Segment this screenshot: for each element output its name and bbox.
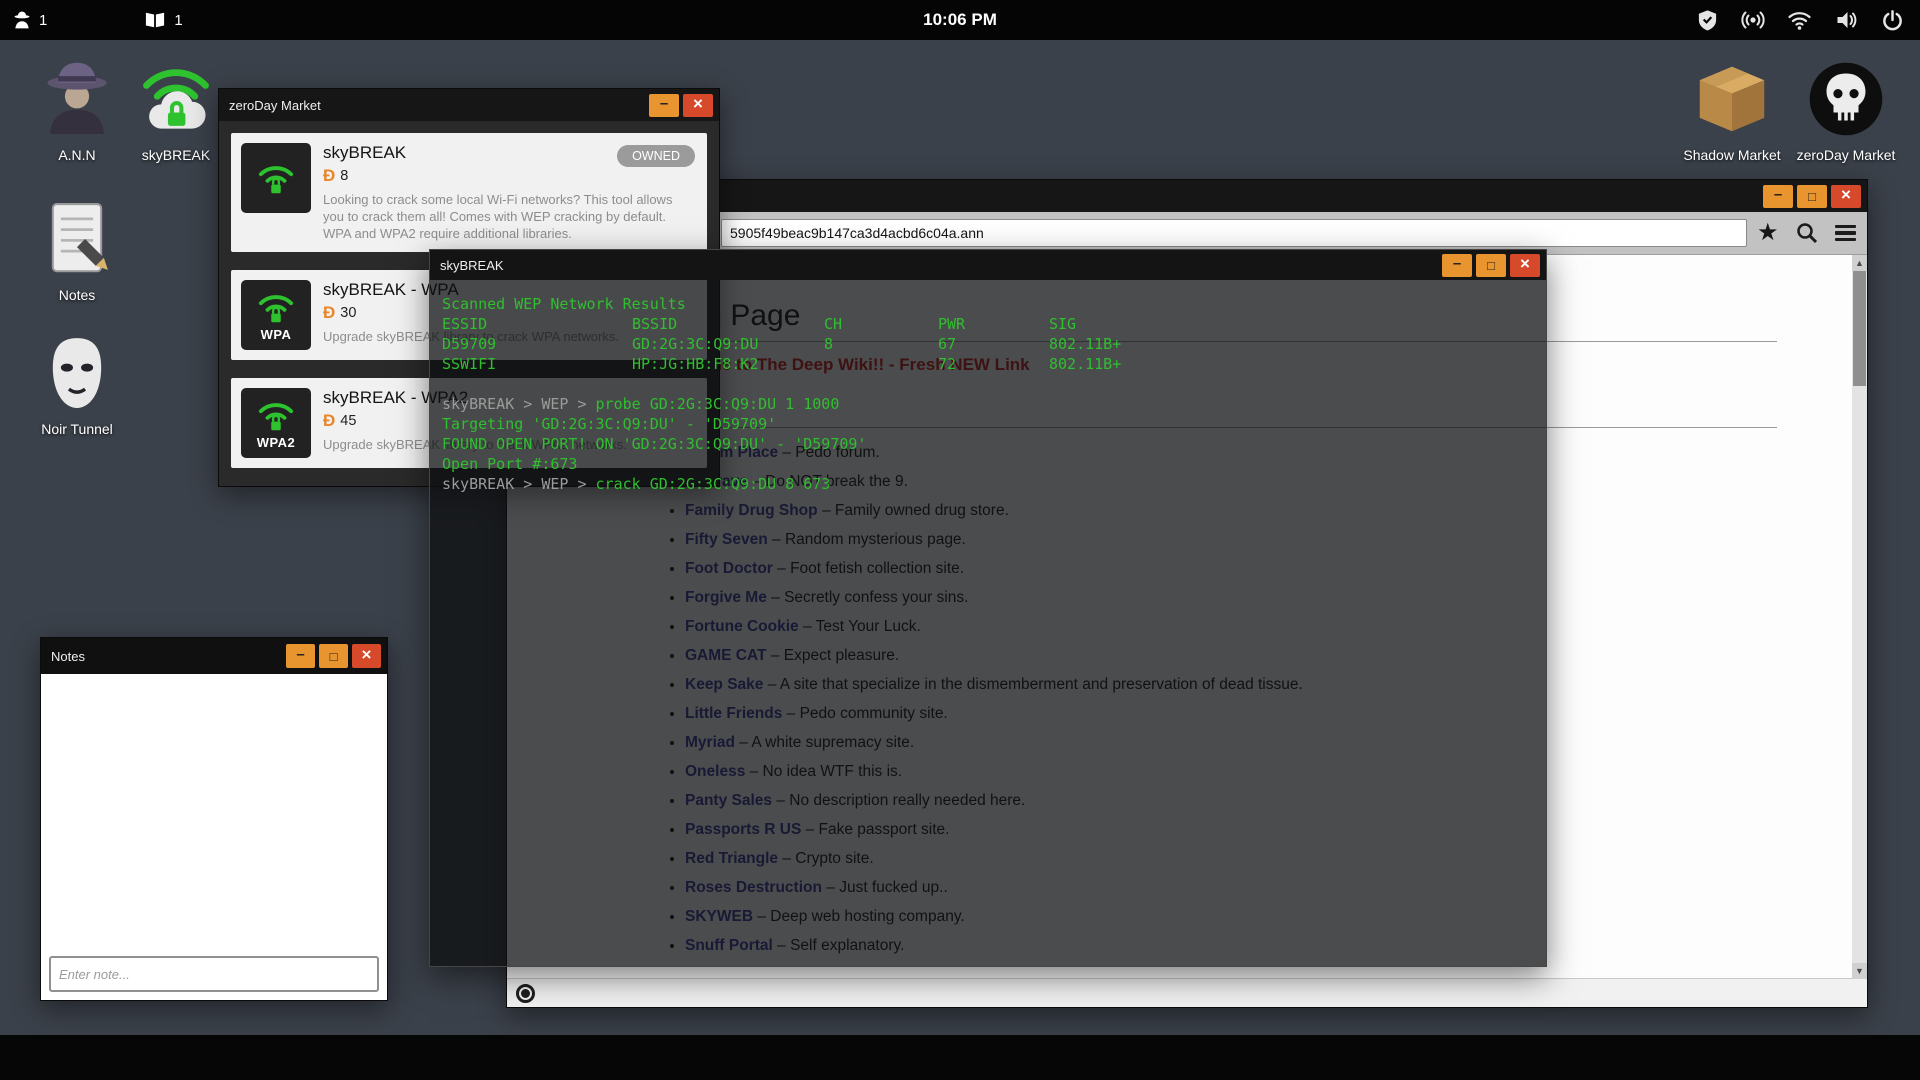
- minimize-button[interactable]: [1442, 253, 1472, 277]
- volume-icon[interactable]: [1834, 8, 1859, 32]
- browser-statusbar: [507, 978, 1867, 1007]
- skybreak-terminal-window: skyBREAK Scanned WEP Network Results ESS…: [429, 249, 1547, 967]
- power-icon[interactable]: [1881, 8, 1904, 32]
- close-button[interactable]: [1831, 184, 1861, 208]
- desktop-icon-zeroday-market[interactable]: zeroDay Market: [1771, 56, 1920, 163]
- close-button[interactable]: [1510, 253, 1540, 277]
- currency-icon: [323, 167, 335, 184]
- status-indicator-icon[interactable]: [516, 983, 535, 1003]
- skull-icon: [1809, 62, 1883, 136]
- menu-icon[interactable]: [1834, 224, 1856, 242]
- close-button[interactable]: [352, 644, 381, 668]
- notes-title: Notes: [51, 648, 85, 664]
- terminal-line: FOUND OPEN PORT! ON 'GD:2G:3C:Q9:DU' - '…: [442, 434, 1536, 454]
- desktop: 1 1 10:06 PM A.N.N skyBREAK Notes Noir T…: [0, 0, 1920, 1080]
- wifi-tile-icon: [241, 143, 311, 213]
- price-value: 30: [340, 304, 357, 321]
- note-input[interactable]: [49, 956, 379, 992]
- owned-badge: OWNED: [617, 145, 695, 167]
- terminal-line: Targeting 'GD:2G:3C:Q9:DU' - 'D59709': [442, 414, 1536, 434]
- market-item-price: 8: [323, 167, 697, 184]
- url-input[interactable]: [721, 219, 1747, 247]
- desktop-icon-noir-tunnel[interactable]: Noir Tunnel: [2, 330, 152, 437]
- minimize-button[interactable]: [1763, 184, 1793, 208]
- terminal-line: skyBREAK > WEP > crack GD:2G:3C:Q9:DU 8 …: [442, 474, 1536, 494]
- terminal-line: Open Port #:673: [442, 454, 1536, 474]
- currency-icon: [323, 304, 335, 321]
- terminal-text: Targeting 'GD:2G:3C:Q9:DU' - 'D59709': [442, 415, 777, 433]
- terminal-prompt: skyBREAK > WEP >: [442, 475, 596, 493]
- price-value: 8: [340, 167, 349, 184]
- hacker-alert-count: 1: [39, 11, 48, 29]
- taskbar[interactable]: [0, 1035, 1920, 1080]
- maximize-button[interactable]: [319, 644, 348, 668]
- minimize-button[interactable]: [649, 93, 679, 117]
- search-icon[interactable]: [1795, 221, 1819, 245]
- currency-icon: [323, 412, 335, 429]
- scroll-up-button[interactable]: ▲: [1852, 255, 1867, 271]
- book-badge[interactable]: 1: [143, 10, 183, 30]
- terminal-prompt: skyBREAK > WEP >: [442, 395, 596, 413]
- minimize-button[interactable]: [286, 644, 315, 668]
- terminal-command-lines: skyBREAK > WEP > probe GD:2G:3C:Q9:DU 1 …: [442, 394, 1536, 494]
- network-row: D59709 GD:2G:3C:Q9:DU 8 67 802.11B+: [442, 335, 1122, 353]
- market-item[interactable]: skyBREAK 8 Looking to crack some local W…: [231, 133, 707, 253]
- desktop-icon-label: Notes: [58, 287, 96, 303]
- terminal-text: FOUND OPEN PORT! ON 'GD:2G:3C:Q9:DU' - '…: [442, 435, 867, 453]
- terminal-text: crack GD:2G:3C:Q9:DU 8 673: [595, 475, 831, 493]
- terminal-title: skyBREAK: [440, 257, 504, 273]
- notepad-icon: [51, 203, 108, 273]
- wifi-tile-icon: WPA: [241, 280, 311, 351]
- zeroday-titlebar[interactable]: zeroDay Market: [219, 89, 719, 121]
- scroll-down-button[interactable]: ▼: [1852, 963, 1867, 979]
- notes-list-area[interactable]: [41, 675, 387, 1000]
- notes-titlebar[interactable]: Notes: [41, 638, 387, 674]
- maximize-button[interactable]: [1476, 253, 1506, 277]
- system-clock: 10:06 PM: [923, 10, 997, 29]
- maximize-button[interactable]: [1797, 184, 1827, 208]
- tile-label: WPA2: [256, 435, 296, 451]
- book-count: 1: [174, 11, 183, 29]
- shield-icon[interactable]: [1696, 8, 1719, 32]
- scrollbar-thumb[interactable]: [1853, 271, 1866, 386]
- network-table-rows: D59709 GD:2G:3C:Q9:DU 8 67 802.11B+ SSWIFI HP…: [442, 334, 1536, 374]
- book-icon: [146, 12, 165, 28]
- scrollbar[interactable]: ▲ ▼: [1852, 255, 1867, 979]
- terminal-line: Scanned WEP Network Results: [442, 295, 686, 313]
- hacker-alert-badge[interactable]: 1: [12, 10, 47, 30]
- price-value: 45: [340, 412, 357, 429]
- broadcast-icon[interactable]: [1741, 8, 1765, 32]
- close-button[interactable]: [683, 93, 713, 117]
- terminal-output[interactable]: Scanned WEP Network Results ESSID BSSID CH…: [430, 280, 1546, 494]
- top-bar: 1 1 10:06 PM: [0, 0, 1920, 40]
- market-item-description: Looking to crack some local Wi-Fi networ…: [323, 192, 673, 242]
- terminal-line: skyBREAK > WEP > probe GD:2G:3C:Q9:DU 1 …: [442, 394, 1536, 414]
- network-row: SSWIFI HP:JG:HB:F8:K2 72 802.11B+: [442, 355, 1122, 373]
- bookmark-star-icon[interactable]: ★: [1757, 221, 1779, 245]
- box-icon: [1699, 66, 1765, 132]
- desktop-icon-label: Noir Tunnel: [41, 421, 113, 437]
- notes-window: Notes: [40, 637, 388, 1001]
- network-table-header: ESSID BSSID CH PWR SIG: [442, 315, 1077, 333]
- terminal-text: probe GD:2G:3C:Q9:DU 1 1000: [595, 395, 840, 413]
- mask-icon: [52, 338, 102, 408]
- zeroday-title: zeroDay Market: [229, 97, 321, 113]
- hacker-alert-icon: [14, 11, 30, 29]
- wifi-tile-icon: WPA2: [241, 388, 311, 459]
- tile-label: WPA: [260, 327, 292, 343]
- terminal-titlebar[interactable]: skyBREAK: [430, 250, 1546, 280]
- desktop-icon-label: zeroDay Market: [1796, 147, 1896, 163]
- system-tray: [1696, 8, 1904, 32]
- terminal-text: Open Port #:673: [442, 455, 578, 473]
- wifi-icon[interactable]: [1787, 8, 1812, 32]
- desktop-icon-notes[interactable]: Notes: [2, 196, 152, 303]
- wifi-crack-icon: [143, 69, 209, 129]
